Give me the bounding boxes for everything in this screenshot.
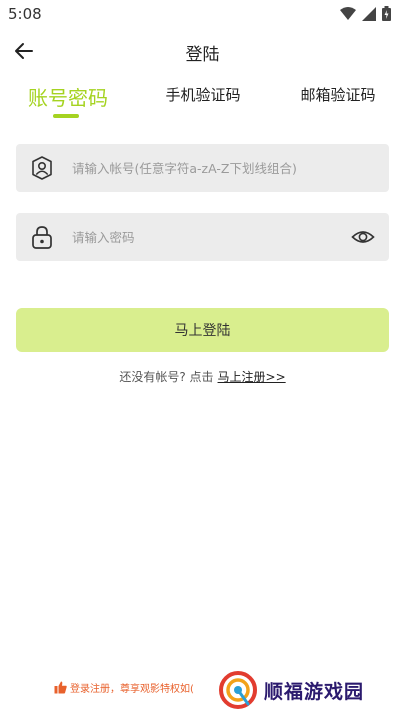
tab-account-password[interactable]: 账号密码 <box>22 82 114 118</box>
password-field <box>16 213 389 261</box>
tab-active-indicator <box>53 114 79 118</box>
brand-watermark: 顺福游戏园 <box>218 670 364 710</box>
login-button[interactable]: 马上登陆 <box>16 308 389 352</box>
register-prompt-text: 还没有帐号? 点击 <box>119 370 214 384</box>
page-title: 登陆 <box>185 45 220 65</box>
register-prompt: 还没有帐号? 点击 马上注册>> <box>0 368 405 385</box>
tab-phone-code[interactable]: 手机验证码 <box>158 84 248 120</box>
account-field <box>16 144 389 192</box>
header: 登陆 <box>0 36 405 66</box>
status-icons <box>340 6 391 21</box>
signal-icon <box>362 6 376 21</box>
password-input[interactable] <box>72 213 352 261</box>
account-input[interactable] <box>72 144 352 192</box>
brand-logo-icon <box>219 671 257 709</box>
brand-name: 顺福游戏园 <box>264 680 365 703</box>
status-time: 5:08 <box>8 5 42 23</box>
bottom-promo-note: 登录注册，尊享观影特权如( <box>54 680 214 695</box>
thumbs-up-icon <box>54 681 67 694</box>
status-bar: 5:08 <box>0 0 405 28</box>
wifi-icon <box>340 6 356 20</box>
user-icon <box>32 156 52 180</box>
lock-icon <box>32 226 52 249</box>
eye-icon[interactable] <box>351 225 375 249</box>
tab-email-code[interactable]: 邮箱验证码 <box>294 84 382 120</box>
bottom-note-text: 登录注册，尊享观影特权如( <box>70 684 194 695</box>
register-link[interactable]: 马上注册>> <box>218 370 286 384</box>
battery-icon <box>382 6 391 21</box>
